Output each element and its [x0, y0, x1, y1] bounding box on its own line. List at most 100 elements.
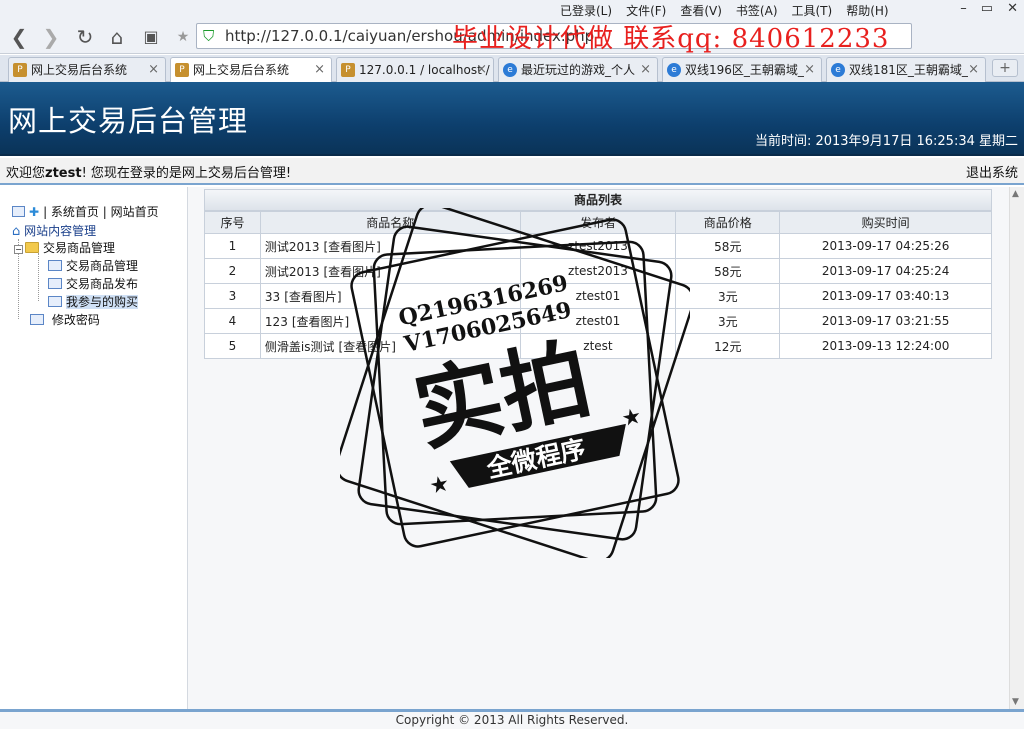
pma-icon: P [13, 63, 27, 77]
price: 3元 [675, 283, 781, 309]
browser-menubar: 已登录(L) 文件(F) 查看(V) 书签(A) 工具(T) 帮助(H) – ▭ ✕ [0, 0, 1024, 20]
sidebar-item-label: 修改密码 [51, 313, 100, 327]
star-icon[interactable]: ★ [170, 24, 196, 50]
sidebar-item-publish[interactable]: 交易商品发布 [48, 275, 138, 292]
purchase-time: 2013-09-13 12:24:00 [779, 333, 992, 359]
browser-tab[interactable]: e 最近玩过的游戏_个人 × [498, 57, 658, 82]
menu-list: 已登录(L) 文件(F) 查看(V) 书签(A) 工具(T) 帮助(H) [560, 2, 889, 19]
menu-item[interactable]: 书签(A) [736, 2, 778, 19]
sidebar-item-label: 我参与的购买 [66, 295, 139, 309]
sidebar-item-label: 交易商品管理 [66, 259, 139, 273]
row-number: 2 [204, 258, 261, 284]
tab-label: 网上交易后台系统 [31, 63, 128, 77]
page-icon [30, 314, 44, 325]
tab-close-icon[interactable]: × [804, 58, 815, 82]
sidebar-root[interactable]: ⌂ 网站内容管理 [12, 222, 96, 239]
sidebar-top-links: ✚ | 系统首页 | 网站首页 [12, 203, 159, 220]
menu-item[interactable]: 文件(F) [626, 2, 666, 19]
tab-close-icon[interactable]: × [968, 58, 979, 82]
product-name: 测试2013 [264, 264, 320, 279]
product-name: 侧滑盖is测试 [264, 339, 335, 354]
back-icon[interactable]: ❮ [6, 24, 32, 50]
sidebar-item-manage[interactable]: 交易商品管理 [48, 257, 138, 274]
tab-label: 127.0.0.1 / localhost / [359, 63, 490, 77]
new-tab-button[interactable]: + [992, 59, 1018, 77]
home-icon[interactable]: ⌂ [104, 24, 130, 50]
menu-item[interactable]: 查看(V) [680, 2, 722, 19]
menu-item[interactable]: 帮助(H) [846, 2, 888, 19]
tab-close-icon[interactable]: × [476, 58, 487, 82]
sidebar-root-label: 网站内容管理 [24, 224, 97, 238]
price: 3元 [675, 308, 781, 334]
sidebar-item-purchases[interactable]: 我参与的购买 [48, 293, 139, 310]
star-icon: ★ [427, 471, 452, 500]
page-title: 网上交易后台管理 [8, 104, 249, 138]
sidebar-item-label: 交易商品发布 [66, 277, 139, 291]
tab-close-icon[interactable]: × [314, 58, 325, 82]
pma-icon: P [175, 63, 189, 77]
tab-label: 双线181区_王朝霸域_ [849, 63, 968, 77]
purchase-time: 2013-09-17 04:25:26 [779, 233, 992, 259]
forward-icon[interactable]: ❯ [38, 24, 64, 50]
tab-label: 双线196区_王朝霸域_ [685, 63, 804, 77]
logout-link[interactable]: 退出系统 [966, 162, 1018, 181]
sidebar-group-label: 交易商品管理 [43, 241, 116, 255]
ie-icon: e [503, 63, 517, 77]
column-header: 商品价格 [675, 211, 781, 234]
window-controls: – ▭ ✕ [960, 1, 1018, 16]
tab-close-icon[interactable]: × [640, 58, 651, 82]
maximize-icon[interactable]: ▭ [981, 1, 993, 16]
welcome-bar: 欢迎您ztest! 您现在登录的是网上交易后台管理! 退出系统 [0, 158, 1024, 185]
purchase-time: 2013-09-17 03:21:55 [779, 308, 992, 334]
row-number: 5 [204, 333, 261, 359]
browser-tab[interactable]: P 127.0.0.1 / localhost / × [336, 57, 494, 82]
view-image-link[interactable]: [查看图片] [284, 290, 341, 304]
purchase-time: 2013-09-17 03:40:13 [779, 283, 992, 309]
browser-tab[interactable]: e 双线181区_王朝霸域_ × [826, 57, 986, 82]
current-time: 当前时间: 2013年9月17日 16:25:34 星期二 [754, 134, 1018, 149]
browser-tab[interactable]: P 网上交易后台系统 × [8, 57, 166, 82]
product-name: 33 [264, 289, 281, 304]
shield-icon: ⛉ [203, 27, 215, 45]
welcome-suffix: ! 您现在登录的是网上交易后台管理! [81, 166, 292, 181]
tab-close-icon[interactable]: × [148, 58, 159, 82]
menu-item[interactable]: 工具(T) [792, 2, 833, 19]
home-links[interactable]: | 系统首页 | 网站首页 [43, 205, 159, 219]
save-icon [12, 206, 25, 217]
browser-tab[interactable]: P 网上交易后台系统 × [170, 57, 332, 82]
bookmark-icon[interactable]: ▣ [138, 24, 164, 50]
refresh-icon[interactable]: ↻ [72, 24, 98, 50]
tab-strip: P 网上交易后台系统 × P 网上交易后台系统 × P 127.0.0.1 / localho… [0, 55, 1024, 82]
collapse-icon[interactable]: − [14, 245, 23, 254]
username: ztest [45, 166, 82, 181]
scrollbar[interactable]: ▲ ▼ [1009, 187, 1024, 709]
column-header: 序号 [204, 211, 261, 234]
browser-tab[interactable]: e 双线196区_王朝霸域_ × [662, 57, 822, 82]
welcome-prefix: 欢迎您 [6, 166, 46, 181]
app-header: 网上交易后台管理 当前时间: 2013年9月17日 16:25:34 星期二 [0, 82, 1024, 156]
row-number: 1 [204, 233, 261, 259]
row-number: 4 [204, 308, 261, 334]
product-name: 123 [264, 314, 288, 329]
house-icon: ⌂ [12, 224, 21, 239]
tab-label: 最近玩过的游戏_个人 [521, 63, 636, 77]
page-icon [48, 296, 62, 307]
price: 12元 [675, 333, 781, 359]
column-header: 购买时间 [779, 211, 992, 234]
scroll-down-icon[interactable]: ▼ [1012, 697, 1019, 707]
overlay-contact-text: 毕业设计代做 联系qq: 840612233 [452, 24, 890, 54]
page-icon [48, 278, 62, 289]
sidebar-group[interactable]: − 交易商品管理 [14, 239, 115, 256]
minimize-icon[interactable]: – [960, 1, 967, 16]
scroll-up-icon[interactable]: ▲ [1012, 189, 1019, 199]
row-number: 3 [204, 283, 261, 309]
product-name: 测试2013 [264, 239, 320, 254]
ie-icon: e [831, 63, 845, 77]
welcome-text: 欢迎您ztest! 您现在登录的是网上交易后台管理! [6, 162, 291, 181]
close-icon[interactable]: ✕ [1007, 1, 1018, 16]
pma-icon: P [341, 63, 355, 77]
sidebar-item-password[interactable]: 修改密码 [30, 311, 100, 328]
menu-item[interactable]: 已登录(L) [560, 2, 612, 19]
page-icon [48, 260, 62, 271]
folder-icon [25, 242, 39, 253]
